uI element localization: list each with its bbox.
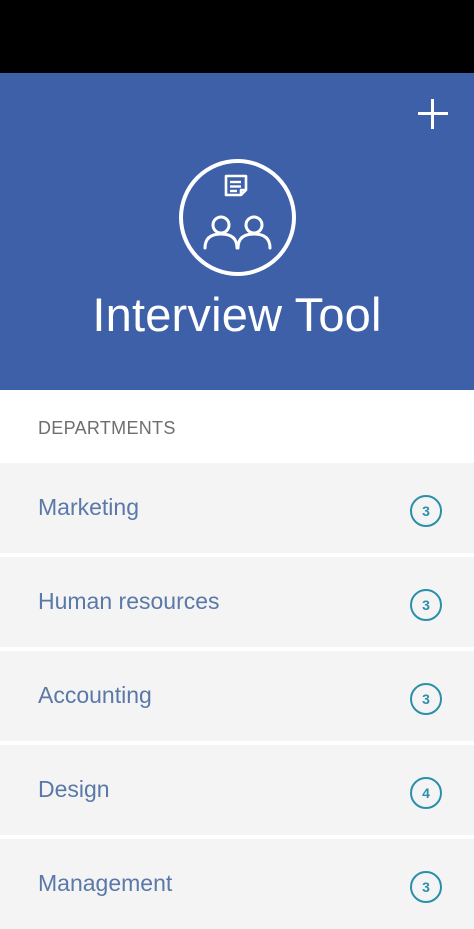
status-bar	[0, 0, 474, 73]
department-item-management[interactable]: Management 3	[0, 839, 474, 929]
department-item-design[interactable]: Design 4	[0, 745, 474, 835]
department-label: Design	[38, 776, 110, 802]
interview-logo-icon	[179, 159, 296, 276]
department-label: Accounting	[38, 682, 152, 708]
app-header: Interview Tool	[0, 73, 474, 390]
app-title: Interview Tool	[92, 288, 382, 341]
department-item-human-resources[interactable]: Human resources 3	[0, 557, 474, 647]
department-label: Management	[38, 870, 173, 896]
department-item-marketing[interactable]: Marketing 3	[0, 463, 474, 553]
count-badge: 3	[410, 871, 442, 903]
count-badge: 4	[410, 777, 442, 809]
department-list: Marketing 3 Human resources 3 Accounting…	[0, 463, 474, 929]
department-label: Marketing	[38, 494, 139, 520]
count-badge: 3	[410, 589, 442, 621]
count-badge: 3	[410, 495, 442, 527]
department-label: Human resources	[38, 588, 220, 614]
department-item-accounting[interactable]: Accounting 3	[0, 651, 474, 741]
count-badge: 3	[410, 683, 442, 715]
section-title: DEPARTMENTS	[38, 418, 176, 438]
add-button[interactable]	[412, 93, 454, 135]
